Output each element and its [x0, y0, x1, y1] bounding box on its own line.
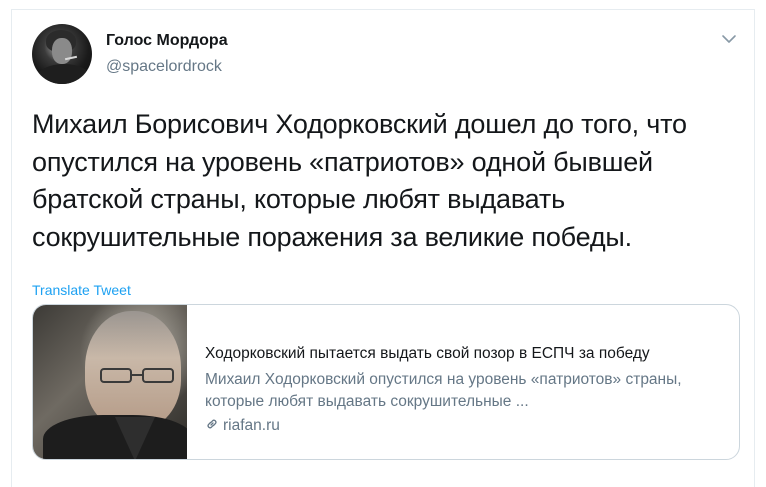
tweet-container: Голос Мордора @spacelordrock Михаил Бори…	[11, 9, 755, 487]
author-handle[interactable]: @spacelordrock	[106, 58, 222, 76]
avatar[interactable]	[32, 24, 92, 84]
translate-tweet-link[interactable]: Translate Tweet	[32, 282, 131, 298]
link-preview-card[interactable]: Ходорковский пытается выдать свой позор …	[32, 304, 740, 460]
card-description: Михаил Ходорковский опустился на уровень…	[205, 371, 682, 410]
chevron-down-icon[interactable]	[720, 32, 738, 46]
card-domain-text: riafan.ru	[223, 417, 280, 434]
tweet-text: Михаил Борисович Ходорковский дошел до т…	[32, 109, 687, 252]
link-icon	[207, 419, 217, 429]
card-image	[33, 305, 187, 459]
card-domain: riafan.ru	[205, 417, 280, 435]
card-title: Ходорковский пытается выдать свой позор …	[205, 345, 650, 362]
author-display-name[interactable]: Голос Мордора	[106, 32, 228, 50]
